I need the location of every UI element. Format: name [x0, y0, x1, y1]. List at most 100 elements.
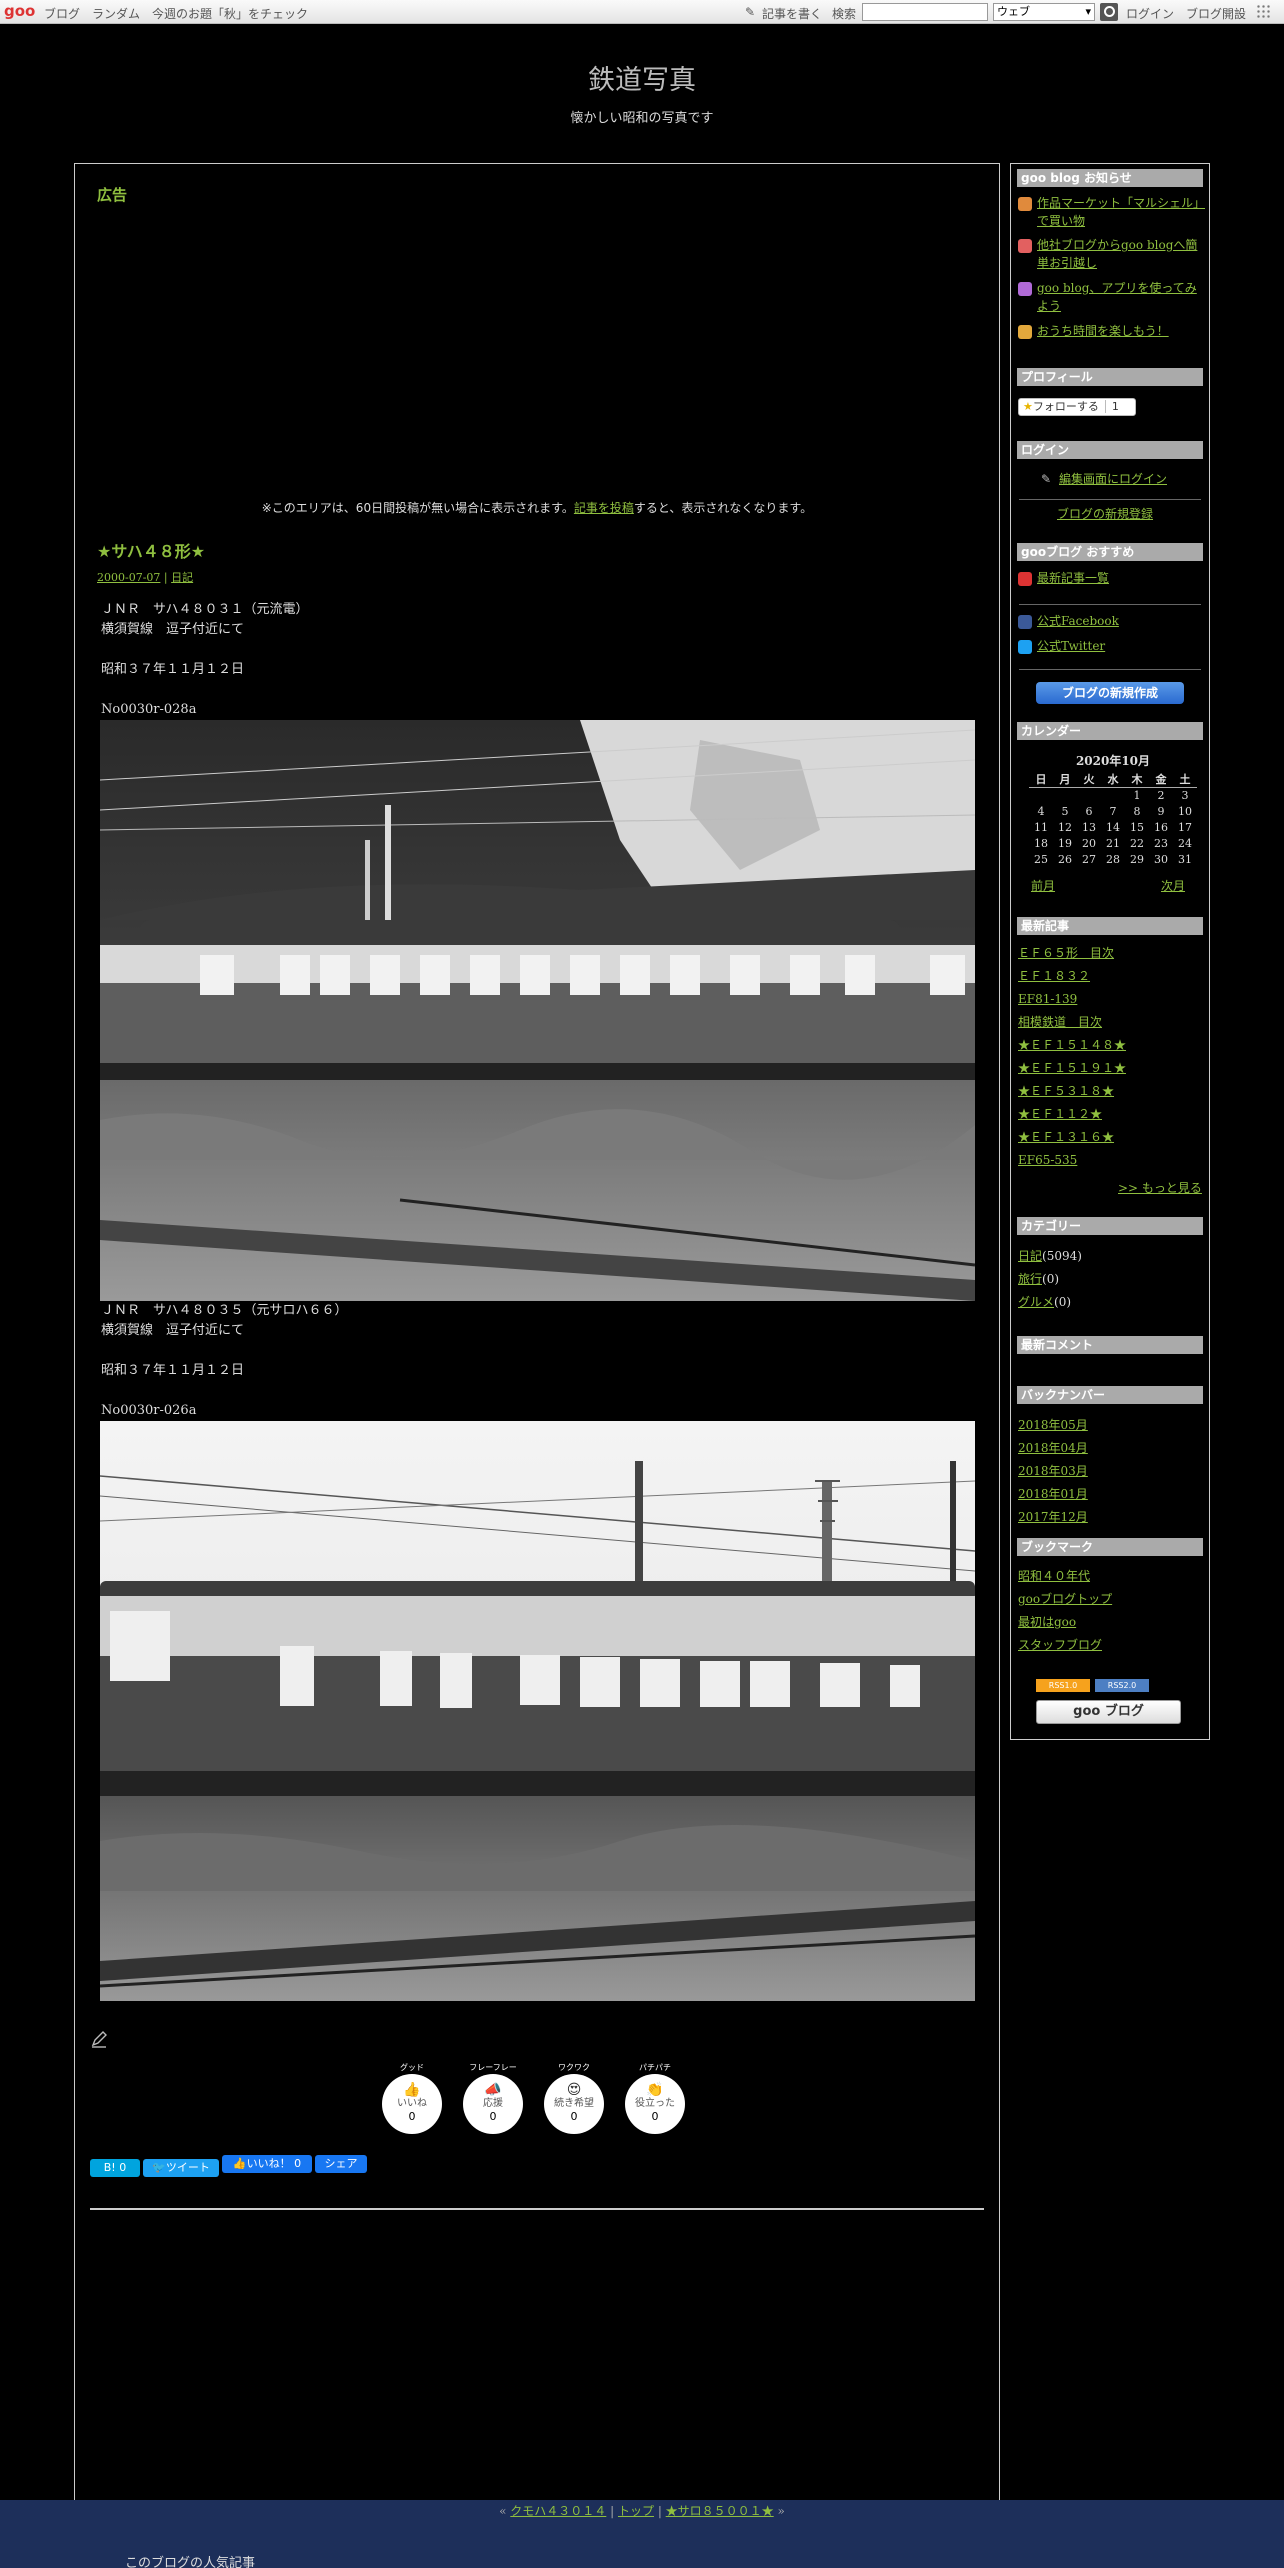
category-link[interactable]: 日記: [1018, 1249, 1042, 1263]
search-icon[interactable]: [1100, 3, 1118, 21]
register-blog-link[interactable]: ブログの新規登録: [1057, 505, 1153, 523]
tweet-button[interactable]: 🐦ツイート: [143, 2159, 219, 2177]
next-entry-link[interactable]: ★サロ８５００１★: [666, 2504, 774, 2518]
calendar-day: 27: [1082, 853, 1096, 866]
bookmark-link[interactable]: 最初はgoo: [1018, 1613, 1076, 1631]
star-icon: ★: [1023, 400, 1033, 413]
bookmark-link[interactable]: gooブログトップ: [1018, 1590, 1112, 1608]
recent-article-link[interactable]: ★ＥＦ１５１９１★: [1018, 1059, 1126, 1077]
open-blog-link[interactable]: ブログ開設: [1186, 5, 1246, 22]
reaction-excited[interactable]: ワクワク 😍 続き希望 0: [543, 2062, 605, 2134]
reaction-clap-count: 0: [651, 2110, 659, 2123]
toolbar-link-random[interactable]: ランダム: [92, 5, 140, 22]
recent-article-link[interactable]: ＥＦ１８３２: [1018, 967, 1090, 985]
prev-month-link[interactable]: 前月: [1031, 877, 1055, 895]
calendar-day: [1101, 788, 1125, 804]
main-column: 広告 ※このエリアは、60日間投稿が無い場合に表示されます。記事を投稿すると、表…: [74, 163, 1000, 2568]
weekday: 金: [1149, 771, 1173, 788]
bookmark-link[interactable]: 昭和４０年代: [1018, 1567, 1090, 1585]
rss2-badge[interactable]: RSS2.0: [1095, 1679, 1149, 1692]
entry-title[interactable]: ★サハ４８形★: [97, 538, 205, 562]
recent-article-link[interactable]: ★ＥＦ１３１６★: [1018, 1128, 1114, 1146]
recent-article-link[interactable]: ★ＥＦ１５１４８★: [1018, 1036, 1126, 1054]
post-article-link[interactable]: 記事を投稿: [574, 501, 634, 515]
backnumber-link[interactable]: 2017年12月: [1018, 1508, 1088, 1526]
recent-article-link[interactable]: ★ＥＦ５３１８★: [1018, 1082, 1114, 1100]
reaction-good[interactable]: グッド 👍 いいね 0: [381, 2062, 443, 2134]
facebook-link[interactable]: 公式Facebook: [1037, 612, 1119, 630]
backnumber-link[interactable]: 2018年04月: [1018, 1439, 1088, 1457]
category-heading: カテゴリー: [1017, 1217, 1203, 1235]
recent-article-link[interactable]: EF65-535: [1018, 1151, 1077, 1169]
blog-description: 懐かしい昭和の写真です: [570, 111, 714, 126]
bookmark-link[interactable]: スタッフブログ: [1018, 1636, 1102, 1654]
recent-article-link[interactable]: ＥＦ６５形 目次: [1018, 944, 1114, 962]
weekday: 水: [1101, 771, 1125, 788]
blog-title[interactable]: 鉄道写真: [0, 58, 1284, 97]
login-heading: ログイン: [1017, 441, 1203, 459]
top-link[interactable]: トップ: [618, 2504, 654, 2518]
facebook-like-button[interactable]: 👍いいね！ 0: [222, 2155, 312, 2173]
calendar-day: 7: [1109, 805, 1117, 818]
login-link[interactable]: ログイン: [1126, 5, 1174, 22]
recent-article-link[interactable]: EF81-139: [1018, 990, 1077, 1008]
toolbar-link-theme[interactable]: 今週のお題「秋」をチェック: [152, 5, 308, 22]
train-photo-2[interactable]: [100, 1421, 975, 2001]
backnumber-link[interactable]: 2018年05月: [1018, 1416, 1088, 1434]
category-count: (0): [1054, 1295, 1072, 1309]
entry-category-link[interactable]: 日記: [171, 571, 193, 584]
footer: « クモハ４３０１４ | トップ | ★サロ８５００１★ » このブログの人気記…: [0, 2500, 1284, 2568]
edit-pen-icon[interactable]: [90, 2030, 108, 2048]
category-item: 旅行(0): [1018, 1270, 1059, 1288]
reaction-clap[interactable]: パチパチ 👏 役立った 0: [624, 2062, 686, 2134]
twitter-link[interactable]: 公式Twitter: [1037, 637, 1105, 655]
notice-link-1[interactable]: 作品マーケット「マルシェル」で買い物: [1037, 194, 1207, 230]
facebook-share-button[interactable]: シェア: [315, 2155, 367, 2173]
backnumber-link[interactable]: 2018年01月: [1018, 1485, 1088, 1503]
rss1-badge[interactable]: RSS1.0: [1036, 1679, 1090, 1692]
toolbar-link-blog[interactable]: ブログ: [44, 5, 80, 22]
divider: [1019, 499, 1201, 500]
recent-article-link[interactable]: 相模鉄道 目次: [1018, 1013, 1102, 1031]
goo-logo[interactable]: goo: [4, 2, 35, 20]
follow-button[interactable]: ★フォローする 1: [1018, 398, 1136, 416]
calendar-day: 20: [1082, 837, 1096, 850]
create-blog-button[interactable]: ブログの新規作成: [1036, 682, 1184, 704]
calendar-day: [1077, 788, 1101, 804]
latest-list-icon: [1018, 572, 1032, 586]
notice-link-2[interactable]: 他社ブログからgoo blogへ簡単お引越し: [1037, 236, 1207, 272]
calendar-day: 4: [1037, 805, 1045, 818]
category-link[interactable]: グルメ: [1018, 1295, 1054, 1309]
entry-date-link[interactable]: 2000-07-07: [97, 571, 160, 584]
latest-articles-link[interactable]: 最新記事一覧: [1037, 569, 1109, 587]
more-articles-link[interactable]: >> もっと見る: [1118, 1179, 1202, 1197]
heart-eyes-icon: 😍: [566, 2082, 582, 2098]
apps-grid-icon[interactable]: [1256, 4, 1272, 20]
hatena-bookmark-button[interactable]: B! 0: [90, 2159, 140, 2177]
divider: [1019, 604, 1201, 605]
calendar-day: 25: [1034, 853, 1048, 866]
write-article-link[interactable]: 記事を書く: [762, 5, 822, 22]
calendar-day: 12: [1058, 821, 1072, 834]
search-scope-select[interactable]: ウェブ: [993, 3, 1095, 21]
notice-link-4[interactable]: おうち時間を楽しもう！: [1037, 322, 1169, 340]
category-link[interactable]: 旅行: [1018, 1272, 1042, 1286]
reaction-cheer[interactable]: フレーフレー 📣 応援 0: [462, 2062, 524, 2134]
next-month-link[interactable]: 次月: [1161, 877, 1185, 895]
recent-article-link[interactable]: ★ＥＦ１１２★: [1018, 1105, 1102, 1123]
move-icon: [1018, 239, 1032, 253]
calendar-title: 2020年10月: [1075, 754, 1151, 768]
category-item: 日記(5094): [1018, 1247, 1082, 1265]
backnumber-link[interactable]: 2018年03月: [1018, 1462, 1088, 1480]
search-input[interactable]: [862, 3, 988, 21]
goo-blog-badge[interactable]: goo ブログ: [1036, 1700, 1181, 1724]
train-photo-1[interactable]: [100, 720, 975, 1301]
weekday: 火: [1077, 771, 1101, 788]
profile-heading: プロフィール: [1017, 368, 1203, 386]
search-label: 検索: [832, 7, 857, 21]
notice-link-3[interactable]: goo blog、アプリを使ってみよう: [1037, 279, 1207, 315]
prev-entry-link[interactable]: クモハ４３０１４: [510, 2504, 606, 2518]
calendar-day: 24: [1178, 837, 1192, 850]
edit-login-link[interactable]: 編集画面にログイン: [1059, 470, 1167, 488]
entry-meta: 2000-07-07 | 日記: [97, 571, 194, 584]
